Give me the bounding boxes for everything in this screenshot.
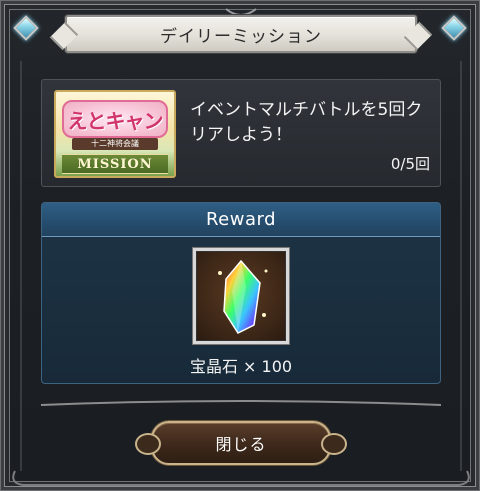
mission-description: イベントマルチバトルを5回クリアしよう！ [190,100,423,145]
event-banner: えとキャン 十二神将会議 MISSION [54,90,176,178]
close-button[interactable]: 閉じる [135,421,347,465]
mission-panel: えとキャン 十二神将会議 MISSION イベントマルチバトルを5回クリアしよう… [41,79,441,187]
event-logo: えとキャン [62,100,168,138]
reward-panel: Reward 宝晶石 × 100 [41,202,441,384]
reward-item-frame[interactable] [193,248,289,344]
close-button-label: 閉じる [215,435,267,454]
daily-mission-dialog: デイリーミッション えとキャン 十二神将会議 MISSION イベントマルチバト… [0,0,480,491]
corner-gem-icon [13,15,39,41]
rainbow-crystal-icon [218,259,268,334]
button-ornament-icon [135,433,161,455]
reward-item-label: 宝晶石 × 100 [189,357,293,376]
event-subtitle: 十二神将会議 [72,138,158,150]
button-ornament-icon [321,433,347,455]
dialog-title-bar: デイリーミッション [65,15,417,53]
dialog-title: デイリーミッション [160,26,322,47]
mission-progress: 0/5回 [390,155,430,173]
event-logo-text: えとキャン [67,108,164,133]
reward-header: Reward [42,203,440,237]
reward-header-label: Reward [205,209,277,230]
mission-ribbon: MISSION [62,154,168,174]
corner-gem-icon [441,15,467,41]
